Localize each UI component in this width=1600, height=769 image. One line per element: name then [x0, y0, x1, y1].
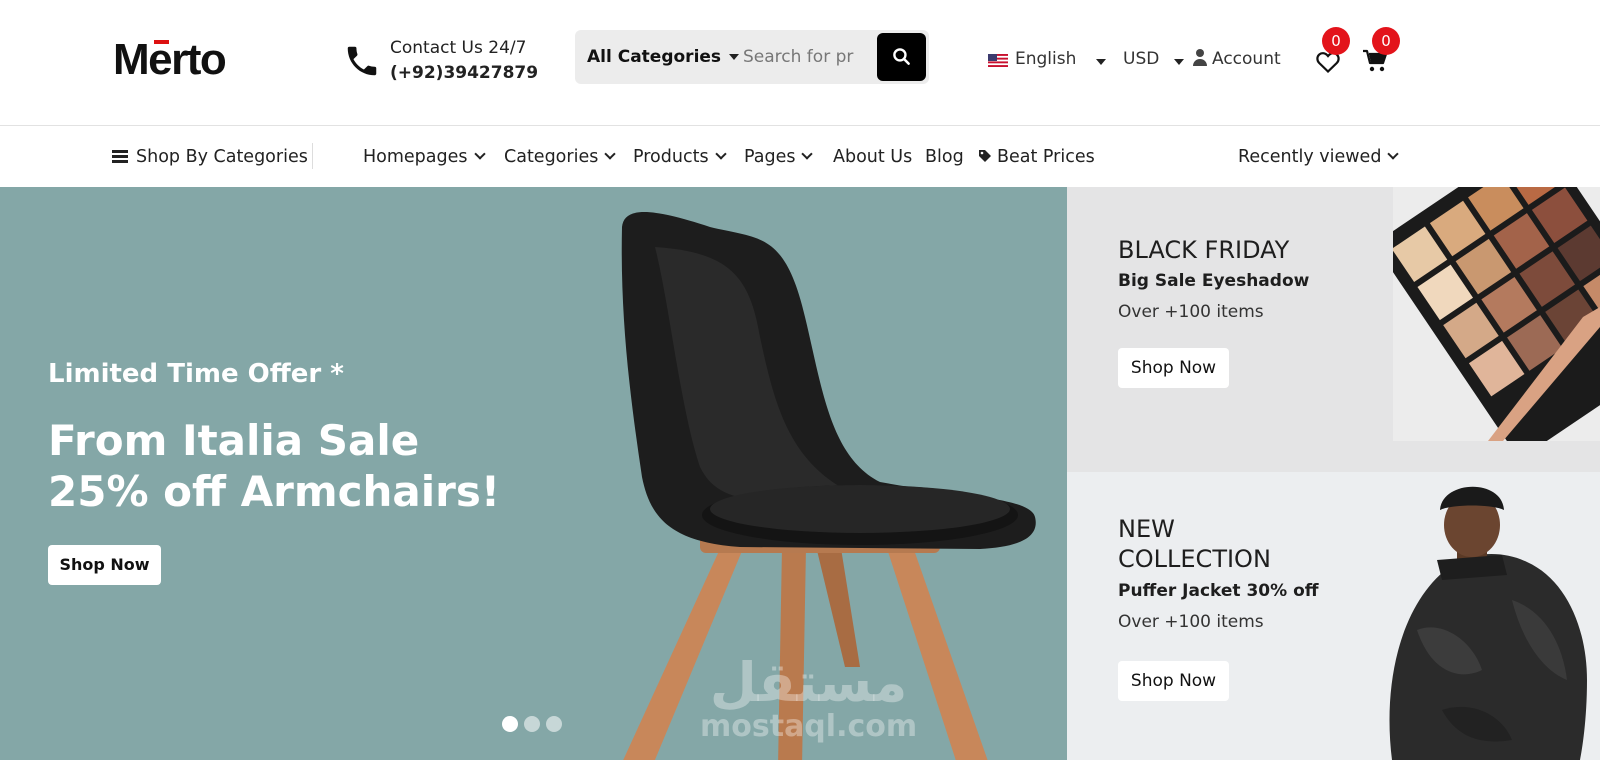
nav-item-beat-prices[interactable]: Beat Prices [978, 145, 1095, 169]
promo-title: NEW COLLECTION [1118, 515, 1271, 573]
main-nav: Shop By Categories Homepages Categories … [0, 127, 1600, 187]
menu-icon [112, 150, 128, 163]
language-selector[interactable]: English [1015, 49, 1076, 69]
nav-divider [312, 143, 313, 169]
chevron-down-icon [801, 148, 814, 160]
caret-down-icon [1096, 59, 1106, 65]
caret-down-icon [729, 54, 740, 60]
promo-card-new-collection: NEW COLLECTION Puffer Jacket 30% off Ove… [1067, 472, 1600, 760]
cart-count-badge: 0 [1372, 27, 1400, 55]
hero-shop-now-button[interactable]: Shop Now [48, 545, 161, 585]
watermark: مستقل mostaql.com [700, 655, 917, 743]
contact-phone[interactable]: (+92)39427879 [390, 63, 538, 83]
search-input[interactable] [743, 39, 863, 75]
slider-dot[interactable] [524, 716, 540, 732]
watermark-latin: mostaql.com [700, 709, 918, 744]
phone-icon [347, 46, 377, 76]
promo-title: BLACK FRIDAY [1118, 236, 1290, 264]
watermark-arabic: مستقل [709, 651, 908, 714]
page-bottom-edge [0, 760, 1600, 769]
chevron-down-icon [473, 148, 486, 160]
slider-dot[interactable] [546, 716, 562, 732]
contact-label: Contact Us 24/7 [390, 38, 527, 58]
search-button[interactable] [877, 33, 926, 81]
nav-item-pages[interactable]: Pages [744, 145, 814, 169]
caret-down-icon [1174, 59, 1184, 65]
promo-subtitle: Big Sale Eyeshadow [1118, 271, 1310, 291]
search-bar: All Categories [575, 30, 929, 84]
puffer-jacket-model-image [1389, 486, 1587, 760]
site-logo[interactable]: Merto [113, 36, 227, 84]
logo-accent-bar [154, 40, 169, 44]
hero-slider: Limited Time Offer * From Italia Sale 25… [0, 187, 1067, 760]
chevron-down-icon [1387, 148, 1400, 160]
promo-meta: Over +100 items [1118, 612, 1264, 632]
us-flag-icon [988, 54, 1008, 67]
slider-dot[interactable] [502, 716, 518, 732]
promo-meta: Over +100 items [1118, 302, 1264, 322]
tag-icon [979, 150, 991, 162]
nav-item-about-us[interactable]: About Us [833, 145, 912, 169]
eyeshadow-palette-image [1393, 187, 1600, 441]
nav-item-categories[interactable]: Categories [504, 145, 616, 169]
wishlist-count-badge: 0 [1322, 27, 1350, 55]
hero-kicker: Limited Time Offer * [48, 359, 344, 389]
search-icon [893, 48, 910, 65]
promo-subtitle: Puffer Jacket 30% off [1118, 581, 1319, 601]
promo-shop-now-button[interactable]: Shop Now [1118, 661, 1229, 701]
nav-item-homepages[interactable]: Homepages [363, 145, 486, 169]
shop-by-categories-button[interactable]: Shop By Categories [112, 145, 308, 169]
currency-selector[interactable]: USD [1123, 49, 1159, 69]
promo-shop-now-button[interactable]: Shop Now [1118, 348, 1229, 388]
promo-card-black-friday: BLACK FRIDAY Big Sale Eyeshadow Over +10… [1067, 187, 1600, 472]
nav-item-products[interactable]: Products [633, 145, 727, 169]
account-link[interactable]: Account [1212, 49, 1281, 69]
chevron-down-icon [714, 148, 727, 160]
hero-title: From Italia Sale 25% off Armchairs! [48, 416, 501, 516]
user-icon [1193, 49, 1207, 66]
site-header: Merto Contact Us 24/7 (+92)39427879 All … [0, 0, 1600, 126]
chevron-down-icon [604, 148, 616, 160]
nav-item-blog[interactable]: Blog [925, 145, 964, 169]
recently-viewed-dropdown[interactable]: Recently viewed [1238, 145, 1400, 169]
category-select[interactable]: All Categories [587, 30, 740, 84]
